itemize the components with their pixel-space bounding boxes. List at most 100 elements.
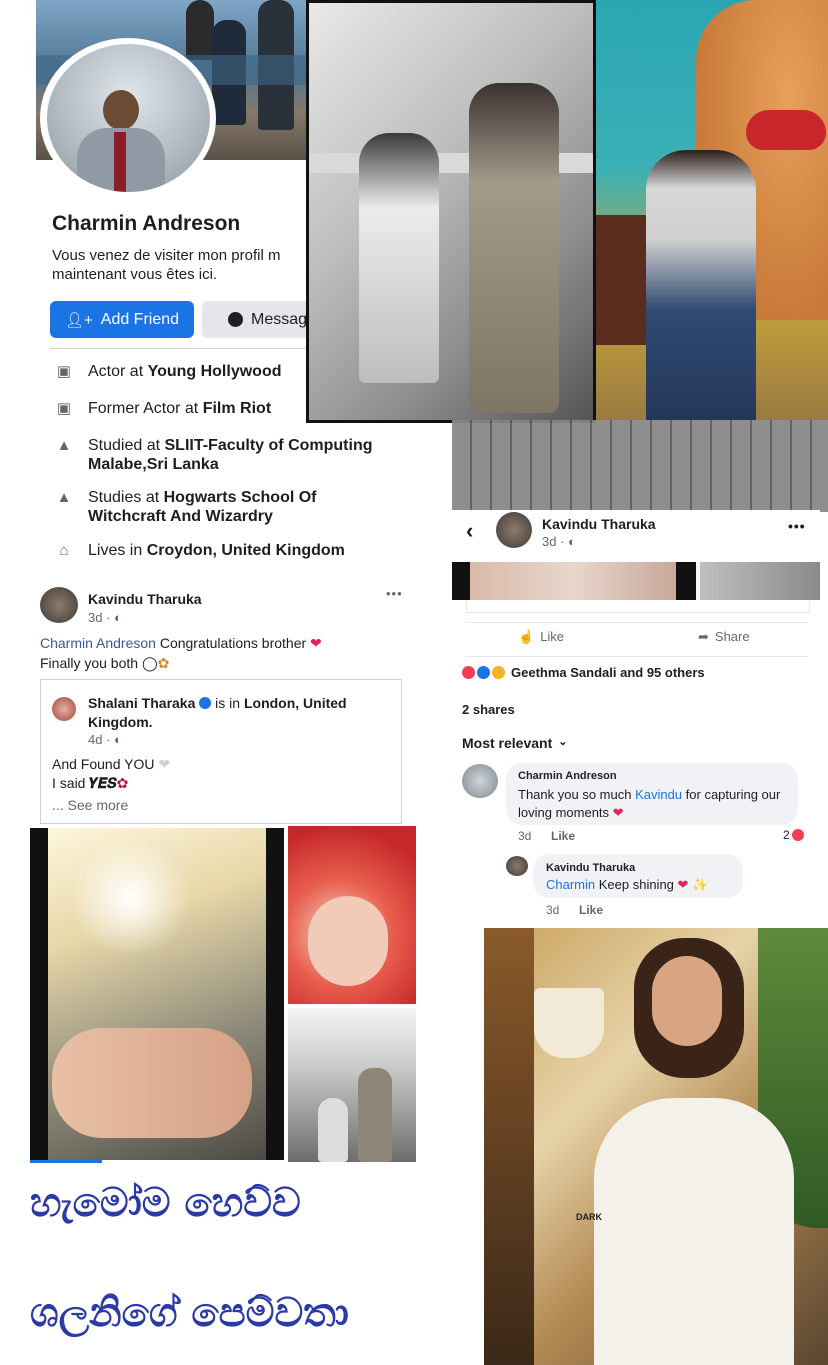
shared-text-line: And Found YOU	[52, 756, 159, 772]
graduation-cap-icon: ▲	[56, 437, 72, 454]
heart-icon: ❤	[310, 635, 322, 651]
comment-text-part: Thank you so much	[518, 787, 636, 802]
chevron-down-icon: ⌄	[558, 736, 568, 748]
info-prefix: Lives in	[88, 542, 147, 559]
post-media-strip[interactable]	[452, 562, 820, 600]
mention-link[interactable]: Charmin Andreson	[40, 635, 156, 651]
like-reaction-icon	[477, 666, 490, 679]
more-options-icon[interactable]: •••	[386, 586, 403, 601]
more-options-icon[interactable]: •••	[788, 518, 806, 534]
briefcase-icon: ▣	[56, 400, 72, 417]
divider	[466, 656, 808, 657]
shared-text-line: I said	[52, 775, 90, 791]
profile-name: Charmin Andreson	[52, 212, 241, 235]
wow-reaction-icon	[492, 666, 505, 679]
info-value[interactable]: Croydon, United Kingdom	[147, 542, 345, 559]
info-value[interactable]: Young Hollywood	[148, 363, 282, 380]
post-time-text: 3d ·	[88, 610, 115, 625]
comment-author[interactable]: Kavindu Tharuka	[546, 862, 635, 874]
comment-reaction-count[interactable]: 2	[783, 828, 804, 842]
comment-sort-dropdown[interactable]: Most relevant ⌄	[462, 735, 567, 751]
love-reaction-icon	[791, 829, 804, 841]
media-frame	[466, 600, 810, 613]
comment-text: Thank you so much Kavindu for capturing …	[518, 786, 793, 822]
divider	[466, 622, 808, 623]
watermark-logo: DARK	[576, 1212, 602, 1222]
post-text-part: Congratulations brother	[155, 635, 311, 651]
avatar[interactable]	[496, 512, 532, 548]
shared-is-in: is in	[211, 695, 244, 711]
reactions-text: Geethma Sandali and 95 others	[511, 665, 705, 680]
comment-text: Charmin Keep shining ❤ ✨	[546, 877, 708, 893]
shared-text: And Found YOU ❤ I said 𝒀𝑬𝑺✿	[52, 755, 170, 793]
post-text: Charmin Andreson Congratulations brother…	[40, 633, 420, 673]
comment-time: 3d	[518, 829, 532, 843]
comment-like-button[interactable]: Like	[579, 903, 603, 917]
ring-roses-photo[interactable]	[288, 826, 416, 1004]
post-time: 3d · ◐	[88, 610, 122, 625]
globe-icon: ◐	[568, 534, 576, 549]
reaction-count: 2	[783, 828, 790, 842]
info-value[interactable]: Film Riot	[203, 400, 271, 417]
back-icon[interactable]: ‹	[466, 518, 473, 544]
message-label: Messag	[251, 310, 308, 328]
like-label: Like	[540, 629, 565, 644]
globe-icon: ◐	[114, 610, 122, 625]
comment-like-button[interactable]: Like	[551, 829, 575, 843]
thumbs-up-icon: ☝	[518, 629, 535, 644]
rose-icon: ✿	[116, 775, 129, 791]
sort-label: Most relevant	[462, 735, 553, 751]
heart-icon: ❤	[609, 805, 624, 820]
post-text-part: Finally you both	[40, 655, 142, 671]
proposal-thumbnail-photo[interactable]	[288, 1008, 416, 1162]
graduation-cap-icon: ▲	[56, 489, 72, 506]
comment-text-part: Keep shining	[595, 877, 674, 892]
post-time: 3d · ◐	[542, 534, 576, 549]
share-arrow-icon: ➦	[698, 629, 709, 644]
ring-hand-photo[interactable]	[30, 828, 284, 1160]
shared-time: 4d · ◐	[88, 732, 122, 747]
reactions-summary[interactable]: Geethma Sandali and 95 others	[462, 665, 705, 680]
share-button[interactable]: ➦ Share	[698, 629, 750, 645]
post-author[interactable]: Kavindu Tharuka	[542, 516, 656, 532]
avatar[interactable]	[462, 764, 498, 798]
ring-icon: ◯	[141, 655, 158, 671]
white-heart-icon: ❤	[158, 756, 171, 772]
progress-indicator	[30, 1160, 102, 1163]
info-row-studied: ▲ Studied at SLIIT-Faculty of Computing …	[54, 436, 394, 474]
messenger-icon	[228, 312, 243, 327]
add-friend-label: Add Friend	[100, 310, 180, 328]
comment-author[interactable]: Charmin Andreson	[518, 770, 617, 782]
caption-line-2: ශලනිගේ පෙම්වතා	[30, 1290, 349, 1336]
share-label: Share	[714, 629, 750, 644]
info-row-studies: ▲ Studies at Hogwarts School Of Witchcra…	[54, 488, 354, 526]
shared-author[interactable]: Shalani Tharaka	[88, 695, 195, 711]
shares-count[interactable]: 2 shares	[462, 702, 515, 717]
portrait-photo[interactable]: DARK	[484, 928, 828, 1365]
mention-link[interactable]: Charmin	[546, 877, 595, 892]
info-row-lives: ⌂ Lives in Croydon, United Kingdom	[54, 541, 414, 560]
home-icon: ⌂	[59, 542, 69, 559]
caption-line-1: හැමෝම හෙව්ව	[30, 1180, 301, 1226]
see-more-link[interactable]: ... See more	[52, 797, 128, 813]
profile-picture[interactable]	[47, 44, 210, 192]
mural-photo[interactable]	[596, 0, 828, 420]
shared-post-header: Shalani Tharaka is in London, United Kin…	[88, 694, 388, 732]
avatar[interactable]	[40, 587, 78, 623]
briefcase-icon: ▣	[56, 363, 72, 380]
paving-photo	[452, 420, 828, 512]
verified-badge-icon	[199, 697, 212, 709]
add-friend-button[interactable]: 👤︎+ Add Friend	[50, 301, 194, 338]
mention-link[interactable]: Kavindu	[635, 787, 682, 802]
add-friend-icon: 👤︎+	[64, 311, 93, 329]
message-button[interactable]: Messag	[202, 301, 312, 338]
post-author[interactable]: Kavindu Tharuka	[88, 591, 202, 607]
info-prefix: Former Actor at	[88, 400, 203, 417]
avatar[interactable]	[506, 856, 528, 876]
yes-text: 𝒀𝑬𝑺	[89, 775, 117, 791]
comment-time: 3d	[546, 903, 560, 917]
post-time-text: 3d ·	[542, 534, 569, 549]
proposal-photo[interactable]	[306, 0, 596, 423]
avatar[interactable]	[52, 697, 76, 721]
like-button[interactable]: ☝ Like	[518, 629, 564, 645]
